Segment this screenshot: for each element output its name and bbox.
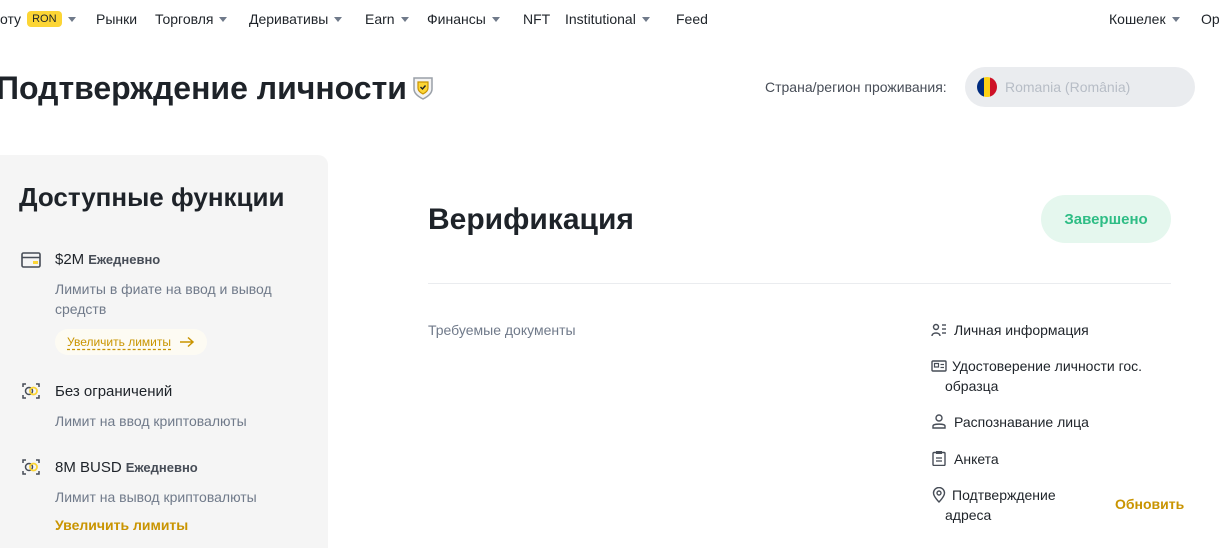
nav-item-derivatives[interactable]: Деривативы — [249, 11, 343, 27]
nav-item-label: Earn — [365, 11, 395, 27]
nav-item-wallet[interactable]: Кошелек — [1109, 11, 1180, 27]
chevron-down-icon — [67, 17, 76, 22]
document-id-card: Удостоверение личности гос. образца — [945, 358, 1143, 394]
document-address-proof: Подтверждение адреса — [945, 487, 1056, 523]
limit-amount: 8M BUSD — [55, 459, 122, 476]
nav-item-trade[interactable]: Торговля — [155, 11, 228, 27]
limit-amount: Без ограничений — [55, 383, 173, 400]
chevron-down-icon — [1171, 17, 1180, 22]
features-title: Доступные функции — [19, 182, 285, 212]
document-questionnaire: Анкета — [954, 451, 999, 467]
clipboard-icon — [932, 451, 946, 466]
fiat-limit-value: $2M Ежедневно — [55, 251, 160, 268]
update-address-link[interactable]: Обновить — [1115, 496, 1184, 512]
personal-info-icon — [931, 323, 946, 337]
country-value: Romania (România) — [1005, 79, 1131, 95]
limit-amount: $2M — [55, 251, 85, 268]
verification-title: Верификация — [428, 203, 634, 236]
required-documents-label: Требуемые документы — [428, 322, 576, 338]
document-face-recognition: Распознавание лица — [954, 414, 1089, 430]
crypto-deposit-limit-value: Без ограничений — [55, 383, 172, 400]
country-label: Страна/регион проживания: — [765, 79, 947, 95]
card-icon — [21, 252, 41, 268]
nav-item-label: Рынки — [96, 11, 138, 27]
nav-item-earn[interactable]: Earn — [365, 11, 409, 27]
status-badge: Завершено — [1041, 195, 1171, 243]
fiat-limit-description: Лимиты в фиате на ввод и вывод средств — [55, 281, 272, 317]
increase-limits-button[interactable]: Увеличить лимиты — [55, 329, 207, 355]
limit-period: Ежедневно — [125, 460, 198, 475]
increase-limits-label: Увеличить лимиты — [67, 335, 171, 349]
increase-limits-link[interactable]: Увеличить лимиты — [55, 517, 188, 533]
nav-item-markets[interactable]: Рынки — [96, 11, 137, 27]
nav-item-feed[interactable]: Feed — [676, 11, 708, 27]
flag-stripe — [990, 77, 997, 97]
nav-item-label: Feed — [676, 11, 708, 27]
top-nav: оту RON Рынки Торговля Деривативы Earn Ф… — [0, 0, 1219, 38]
nav-item-label: оту — [0, 11, 22, 27]
flag-stripe — [983, 77, 991, 97]
nav-item-label: Финансы — [427, 11, 486, 27]
nav-item-label: Деривативы — [249, 11, 329, 27]
nav-item-label: Кошелек — [1109, 11, 1166, 27]
crypto-withdraw-limit-value: 8M BUSD Ежедневно — [55, 459, 198, 476]
crypto-withdraw-icon — [22, 459, 40, 475]
crypto-withdraw-description: Лимит на вывод криптовалюты — [55, 489, 257, 505]
flag-stripe — [977, 77, 984, 97]
currency-badge: RON — [27, 11, 62, 27]
crypto-deposit-description: Лимит на ввод криптовалюты — [55, 413, 247, 429]
face-icon — [932, 414, 946, 429]
arrow-right-icon — [180, 336, 195, 348]
nav-item-label: NFT — [523, 11, 551, 27]
crypto-deposit-icon — [22, 383, 40, 399]
available-features-card: Доступные функции $2M Ежедневно Лимиты в … — [0, 155, 328, 548]
chevron-down-icon — [641, 17, 650, 22]
nav-item-orders[interactable]: Ор — [1201, 11, 1219, 27]
nav-item-buy-crypto[interactable]: оту RON — [0, 11, 76, 27]
nav-item-label: Institutional — [565, 11, 636, 27]
divider — [428, 283, 1171, 284]
limit-period: Ежедневно — [88, 252, 161, 267]
country-select[interactable]: Romania (România) — [965, 67, 1195, 107]
nav-item-nft[interactable]: NFT — [523, 11, 550, 27]
chevron-down-icon — [219, 17, 228, 22]
nav-item-label: Торговля — [155, 11, 214, 27]
chevron-down-icon — [491, 17, 500, 22]
verified-shield-icon — [413, 77, 433, 100]
document-personal-info: Личная информация — [954, 322, 1089, 338]
nav-item-finance[interactable]: Финансы — [427, 11, 500, 27]
chevron-down-icon — [400, 17, 409, 22]
nav-item-institutional[interactable]: Institutional — [565, 11, 650, 27]
romania-flag-icon — [977, 77, 997, 97]
chevron-down-icon — [334, 17, 343, 22]
nav-item-label: Ор — [1201, 11, 1219, 27]
page-title: Подтверждение личности — [0, 70, 407, 106]
